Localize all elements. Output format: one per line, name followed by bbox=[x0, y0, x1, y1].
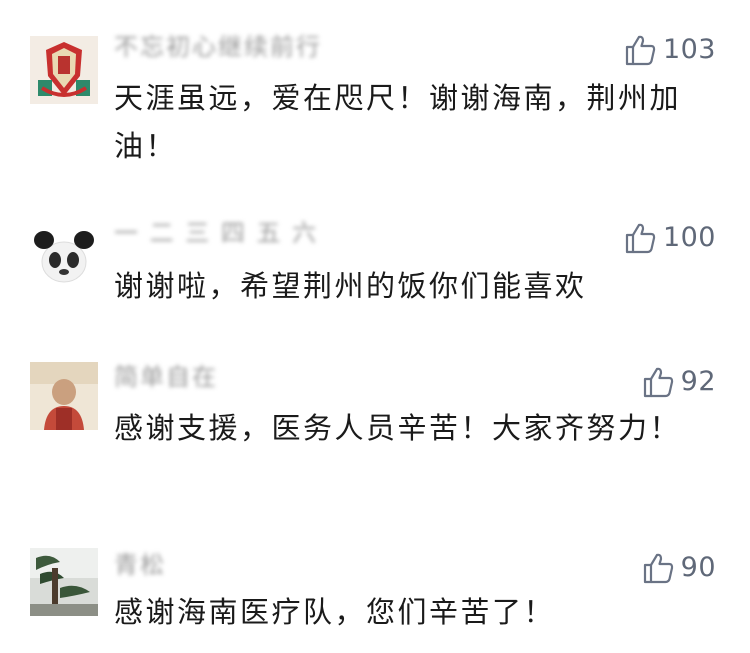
panda-avatar-icon bbox=[30, 222, 98, 290]
thumbs-up-icon bbox=[625, 223, 656, 254]
like-button[interactable]: 103 bbox=[623, 30, 716, 70]
like-count: 100 bbox=[662, 222, 716, 253]
avatar[interactable] bbox=[30, 36, 98, 104]
liverpool-crest-avatar-icon bbox=[30, 36, 98, 104]
thumbs-up-icon bbox=[643, 367, 673, 398]
avatar[interactable] bbox=[30, 548, 98, 616]
comment-text: 感谢支援，医务人员辛苦！大家齐努力！ bbox=[114, 411, 682, 445]
like-count: 92 bbox=[680, 366, 716, 397]
avatar[interactable] bbox=[30, 362, 98, 430]
nickname[interactable]: 简单自在 bbox=[114, 362, 218, 392]
comment-text: 谢谢啦，希望荆州的饭你们能喜欢 bbox=[114, 269, 587, 303]
like-count: 103 bbox=[662, 34, 716, 65]
thumbs-up-icon bbox=[625, 35, 656, 66]
comment-text: 感谢海南医疗队，您们辛苦了！ bbox=[114, 595, 556, 629]
like-button[interactable]: 92 bbox=[641, 362, 716, 402]
pine-tree-avatar-icon bbox=[30, 548, 98, 616]
avatar[interactable] bbox=[30, 222, 98, 290]
thumbs-up-icon bbox=[643, 553, 673, 584]
nickname[interactable]: 一 二 三 四 五 六 bbox=[114, 218, 318, 248]
nickname[interactable]: 不忘初心继续前行 bbox=[114, 32, 322, 62]
person-photo-avatar-icon bbox=[30, 362, 98, 430]
comment-text: 天涯虽远，爱在咫尺！谢谢海南，荆州加油！ bbox=[114, 81, 682, 163]
like-button[interactable]: 90 bbox=[641, 548, 716, 588]
nickname[interactable]: 青松 bbox=[114, 550, 166, 580]
comment-list: 不忘初心继续前行 103 天涯虽远，爱在咫尺！谢谢海南，荆州加油！ 一 二 三 … bbox=[0, 0, 750, 653]
like-button[interactable]: 100 bbox=[623, 218, 716, 258]
like-count: 90 bbox=[680, 552, 716, 583]
